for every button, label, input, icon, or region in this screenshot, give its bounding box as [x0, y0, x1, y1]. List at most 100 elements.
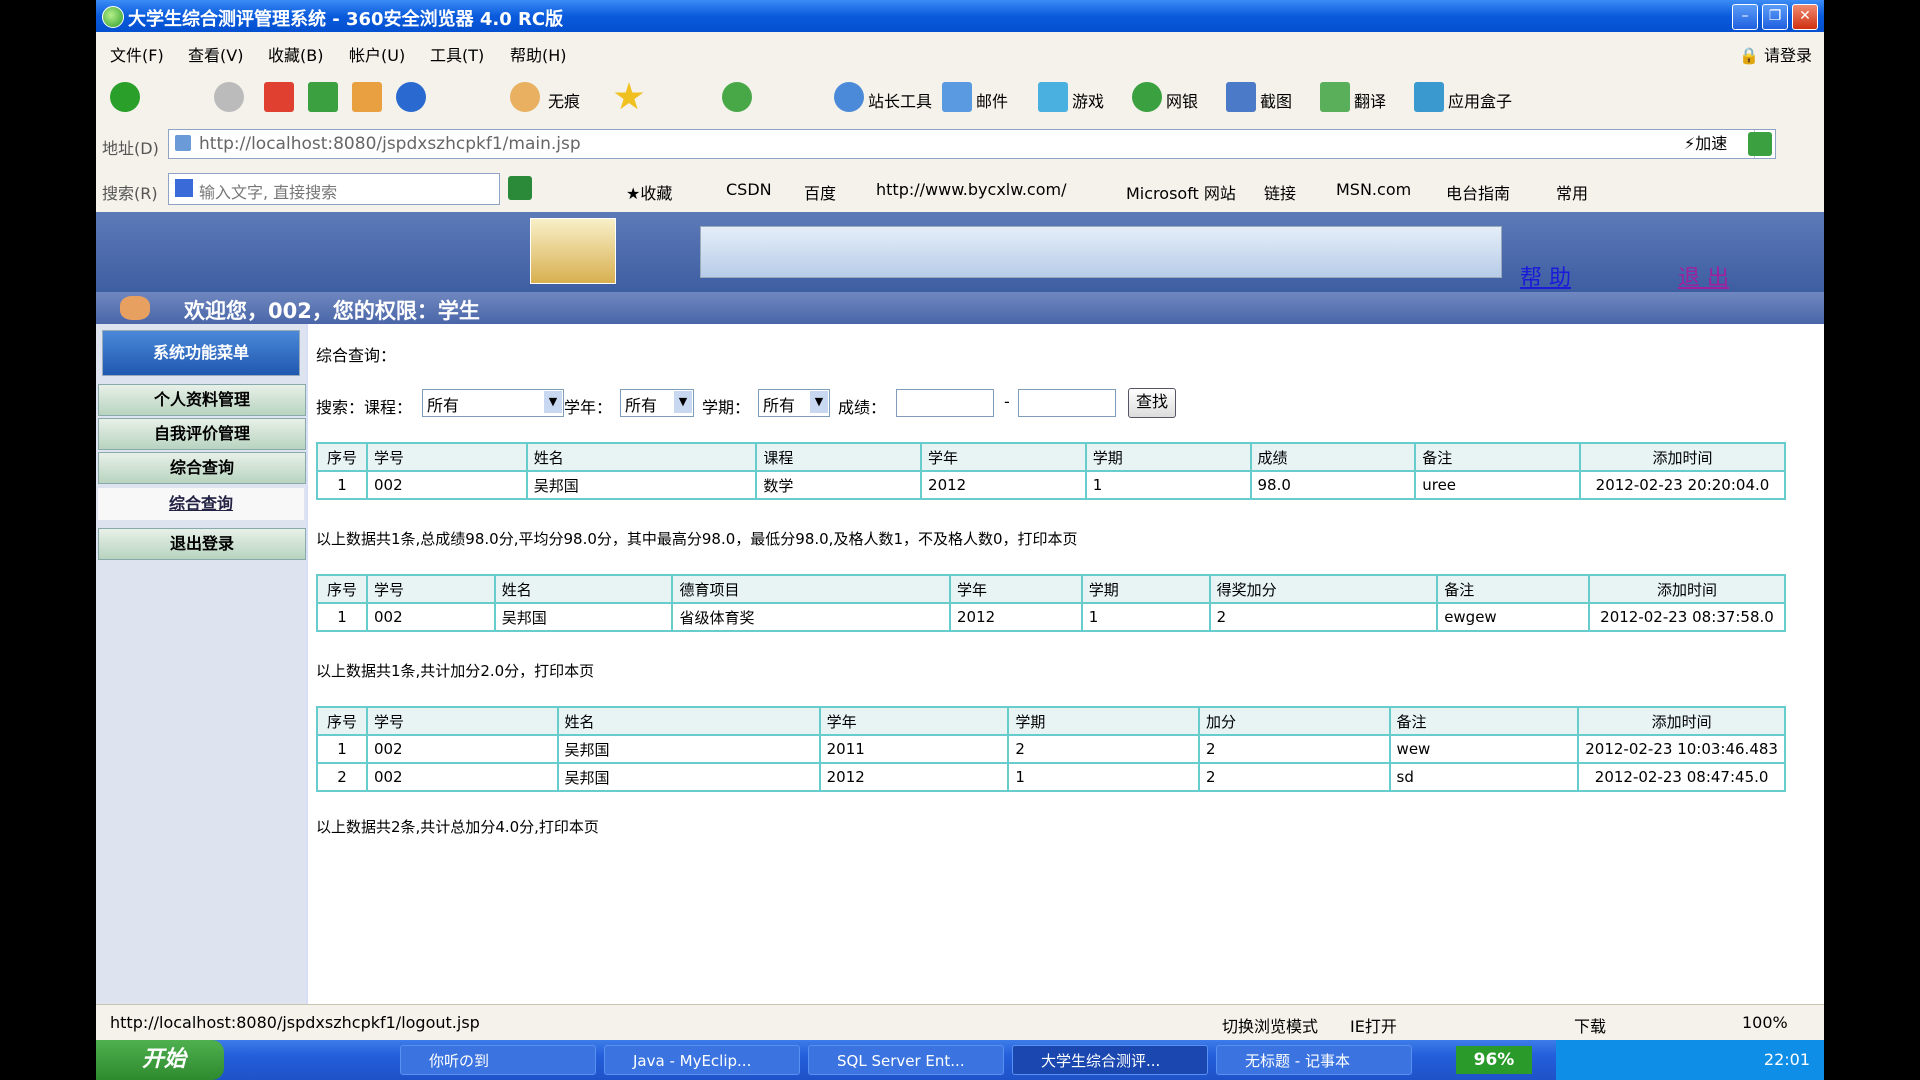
task-music[interactable]: 你听の到 — [400, 1045, 596, 1075]
table-header-cell: 备注 — [1414, 442, 1581, 472]
stop-icon[interactable] — [264, 82, 294, 112]
term-select-value: 所有 — [763, 396, 796, 415]
task-browser[interactable]: 大学生综合测评... — [1012, 1045, 1208, 1075]
switch-mode-button[interactable]: 切换浏览模式 — [1222, 1013, 1318, 1037]
window-title: 大学生综合测评管理系统 - 360安全浏览器 4.0 RC版 — [128, 9, 564, 30]
table-row: 1 002 吴邦国 省级体育奖 2012 1 2 ewgew 2012-02-2… — [316, 602, 1787, 632]
favorites-bar: 搜索(R) 输入文字, 直接搜索 ★收藏 CSDN 百度 http://www.… — [96, 164, 1824, 213]
table-cell: 1 — [1007, 762, 1200, 792]
fav-common[interactable]: 常用 — [1556, 180, 1588, 204]
fav-csdn[interactable]: CSDN — [726, 180, 772, 199]
course-select[interactable]: 所有 ▼ — [422, 389, 564, 417]
task-myeclipse[interactable]: Java - MyEclip... — [604, 1045, 800, 1075]
table-cell: 2 — [1208, 602, 1439, 632]
mail-icon[interactable] — [942, 82, 972, 112]
sidebar-subitem-query[interactable]: 综合查询 — [98, 488, 304, 520]
table-cell: 吴邦国 — [556, 762, 821, 792]
table-cell: 98.0 — [1249, 470, 1417, 500]
webmaster-label[interactable]: 站长工具 — [868, 88, 932, 112]
table-header-cell: 学号 — [365, 574, 496, 604]
fav-msn[interactable]: MSN.com — [1336, 180, 1411, 199]
browser-logo-icon — [102, 6, 124, 28]
task-sqlserver[interactable]: SQL Server Ent... — [808, 1045, 1004, 1075]
menu-favorites[interactable]: 收藏(B) — [268, 42, 323, 66]
table-header-cell: 课程 — [755, 442, 923, 472]
sync-icon[interactable] — [722, 82, 752, 112]
go-icon[interactable] — [1748, 132, 1772, 156]
logout-link[interactable]: 退 出 — [1678, 260, 1729, 292]
refresh-icon[interactable] — [308, 82, 338, 112]
welcome-bar: 欢迎您，002，您的权限：学生 — [96, 292, 1824, 324]
score-summary[interactable]: 以上数据共1条,总成绩98.0分,平均分98.0分，其中最高分98.0，最低分9… — [316, 528, 1078, 549]
minimize-button[interactable]: – — [1732, 4, 1758, 30]
appbox-icon[interactable] — [1414, 82, 1444, 112]
restore-button[interactable]: ❐ — [1762, 4, 1788, 30]
sidebar-item-logout[interactable]: 退出登录 — [98, 528, 306, 560]
sidebar-item-profile[interactable]: 个人资料管理 — [98, 384, 306, 416]
task-notepad[interactable]: 无标题 - 记事本 — [1216, 1045, 1412, 1075]
fav-bycxlw[interactable]: http://www.bycxlw.com/ — [876, 180, 1067, 199]
zoom-level[interactable]: 100% — [1742, 1013, 1788, 1032]
help-link[interactable]: 帮 助 — [1520, 260, 1571, 292]
score-label: 成绩： — [838, 398, 887, 417]
table-cell: 2012-02-23 08:47:45.0 — [1577, 762, 1786, 792]
table-header-cell: 序号 — [316, 442, 368, 472]
fav-radio[interactable]: 电台指南 — [1446, 180, 1510, 204]
netbank-label[interactable]: 网银 — [1166, 88, 1198, 112]
table-header-cell: 学期 — [1080, 574, 1211, 604]
games-icon[interactable] — [1038, 82, 1068, 112]
screenshot-label[interactable]: 截图 — [1260, 88, 1292, 112]
mail-label[interactable]: 邮件 — [976, 88, 1008, 112]
address-input[interactable]: http://localhost:8080/jspdxszhcpkf1/main… — [168, 129, 1776, 159]
clock: 22:01 — [1763, 1050, 1810, 1069]
close-button[interactable]: ✕ — [1792, 4, 1818, 30]
year-select[interactable]: 所有 ▼ — [620, 389, 694, 417]
menu-view[interactable]: 查看(V) — [188, 42, 243, 66]
star-icon[interactable] — [614, 82, 644, 110]
netbank-icon[interactable] — [1132, 82, 1162, 112]
menu-tools[interactable]: 工具(T) — [430, 42, 484, 66]
bonus-summary[interactable]: 以上数据共2条,共计总加分4.0分,打印本页 — [316, 816, 599, 837]
score-dash: - — [1004, 392, 1010, 411]
fav-links[interactable]: 链接 — [1264, 180, 1296, 204]
forward-icon[interactable] — [214, 82, 244, 112]
search-icon[interactable] — [508, 176, 532, 200]
system-tray: 22:01 — [1556, 1040, 1824, 1080]
fav-baidu[interactable]: 百度 — [804, 180, 836, 204]
sidebar-item-self-eval[interactable]: 自我评价管理 — [98, 418, 306, 450]
ie-open-button[interactable]: IE打开 — [1350, 1013, 1397, 1037]
sidebar-item-query[interactable]: 综合查询 — [98, 452, 306, 484]
address-label: 地址(D) — [102, 139, 159, 158]
incognito-label[interactable]: 无痕 — [548, 88, 580, 112]
start-button[interactable]: 开始 — [96, 1040, 224, 1080]
home-icon[interactable] — [352, 82, 382, 112]
fav-microsoft[interactable]: Microsoft 网站 — [1126, 180, 1236, 204]
find-button[interactable]: 查找 — [1128, 388, 1176, 418]
translate-label[interactable]: 翻译 — [1354, 88, 1386, 112]
translate-icon[interactable] — [1320, 82, 1350, 112]
score-min-input[interactable] — [896, 389, 994, 417]
screenshot-icon[interactable] — [1226, 82, 1256, 112]
search-placeholder: 输入文字, 直接搜索 — [199, 183, 338, 202]
appbox-label[interactable]: 应用盒子 — [1448, 88, 1512, 112]
menu-file[interactable]: 文件(F) — [110, 42, 164, 66]
search-input[interactable]: 输入文字, 直接搜索 — [168, 173, 500, 205]
browser-window: 大学生综合测评管理系统 - 360安全浏览器 4.0 RC版 – ❐ ✕ 文件(… — [96, 0, 1824, 1080]
menu-account[interactable]: 帐户(U) — [349, 42, 405, 66]
speedup-button[interactable]: ⚡加速 — [1684, 130, 1727, 154]
score-max-input[interactable] — [1018, 389, 1116, 417]
webmaster-icon[interactable] — [834, 82, 864, 112]
moral-summary[interactable]: 以上数据共1条,共计加分2.0分，打印本页 — [316, 660, 594, 681]
menu-help[interactable]: 帮助(H) — [510, 42, 567, 66]
table-cell: 省级体育奖 — [671, 602, 951, 632]
fav-collect[interactable]: ★收藏 — [626, 180, 672, 204]
download-button[interactable]: 下载 — [1574, 1013, 1606, 1037]
incognito-icon[interactable] — [510, 82, 540, 112]
table-cell: 1 — [1080, 602, 1211, 632]
login-link[interactable]: 🔒 请登录 — [1739, 42, 1812, 66]
undo-icon[interactable] — [396, 82, 426, 112]
games-label[interactable]: 游戏 — [1072, 88, 1104, 112]
table-header-cell: 学期 — [1007, 706, 1200, 736]
term-select[interactable]: 所有 ▼ — [758, 389, 830, 417]
back-icon[interactable] — [110, 82, 140, 112]
